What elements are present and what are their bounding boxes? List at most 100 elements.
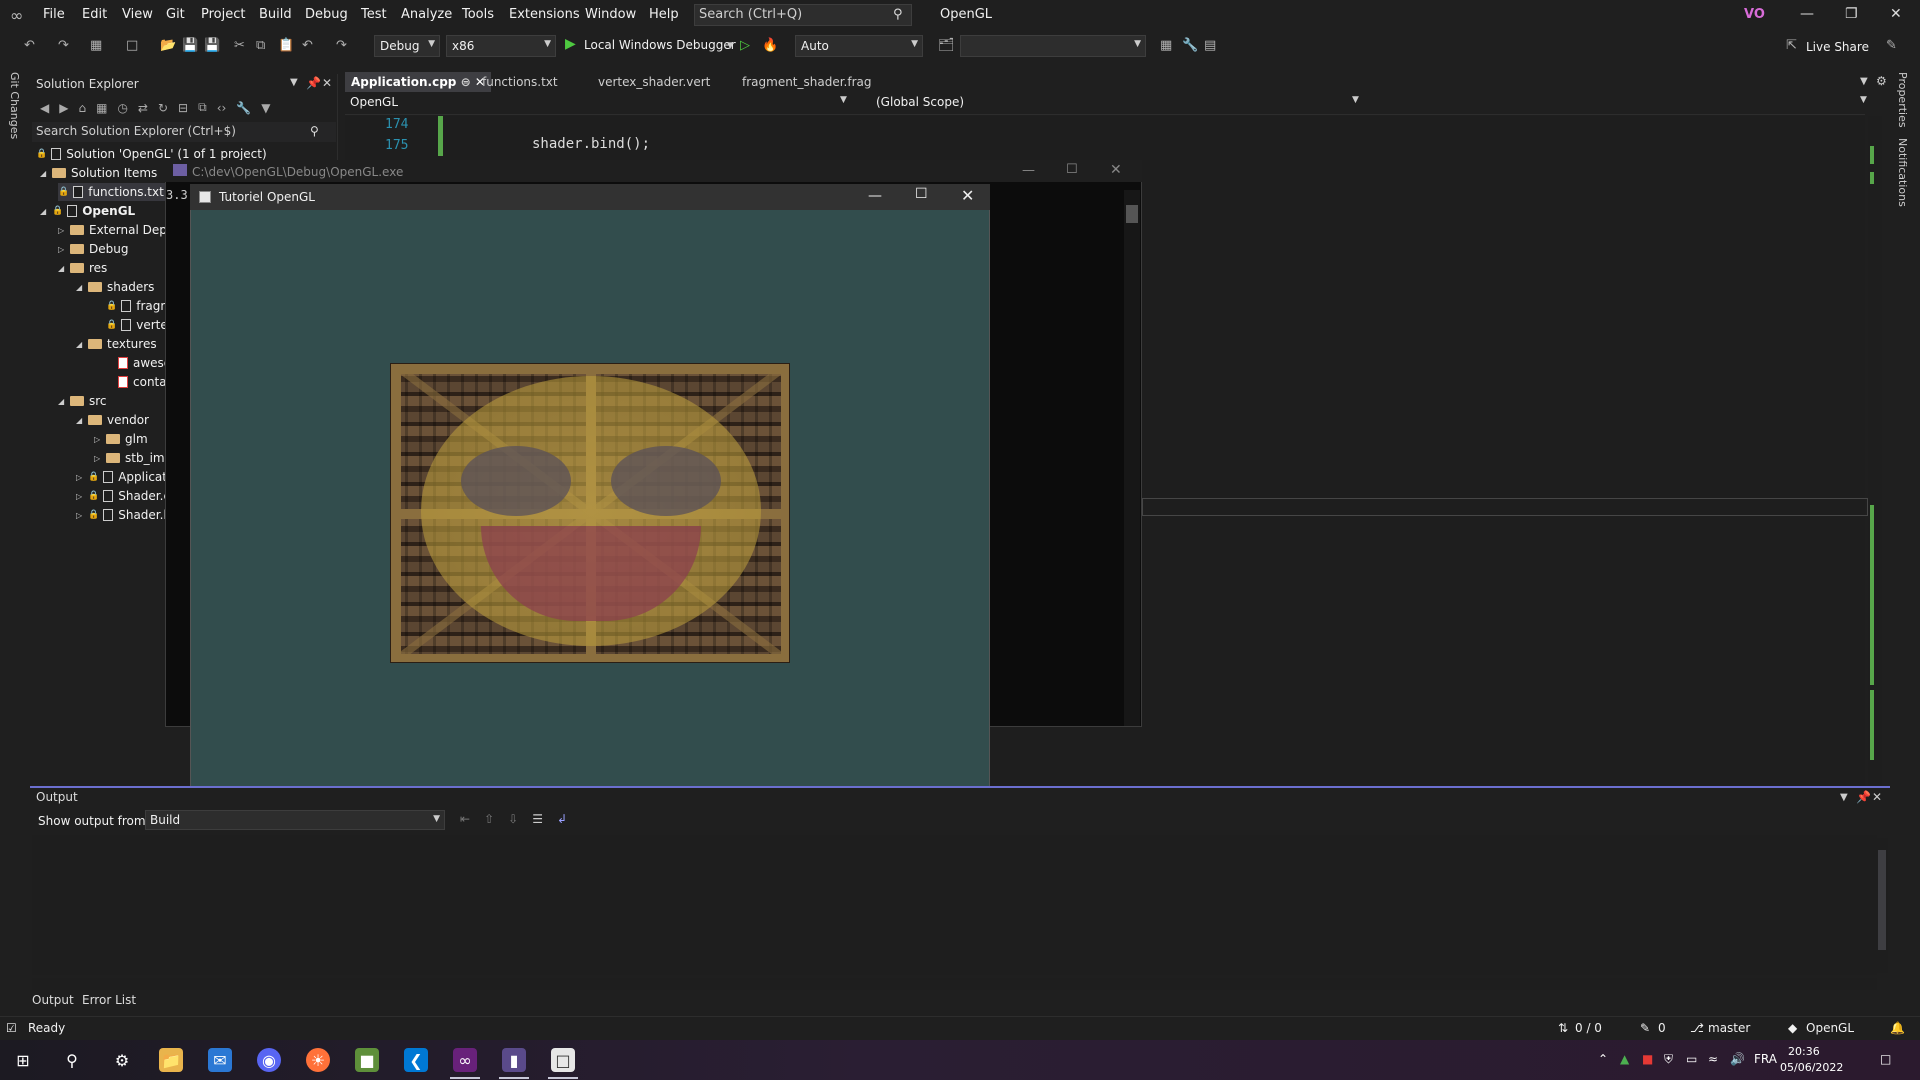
word-wrap-icon[interactable]: ↲ — [557, 812, 567, 826]
view-code-icon[interactable]: ‹› — [217, 101, 227, 115]
language-indicator[interactable]: FRA — [1754, 1052, 1777, 1066]
status-branch[interactable]: master — [1708, 1021, 1750, 1035]
pin-icon[interactable]: 📌 — [1856, 790, 1871, 804]
gear-icon[interactable]: ⚙ — [1876, 74, 1887, 88]
status-pending-changes[interactable]: 0 — [1658, 1021, 1666, 1035]
forward-icon[interactable]: ▶ — [59, 101, 68, 115]
redo-icon[interactable]: ↷ — [336, 38, 347, 53]
start-without-debugging-icon[interactable]: ▷ — [740, 38, 750, 53]
tree-src[interactable]: ◢ src — [58, 392, 107, 410]
properties-tab[interactable]: Properties — [1896, 72, 1909, 128]
windows-start-icon[interactable]: ⊞ — [11, 1048, 35, 1072]
tab-vertex-shader[interactable]: vertex_shader.vert — [592, 72, 716, 92]
status-project[interactable]: OpenGL — [1806, 1021, 1854, 1035]
back-icon[interactable]: ↶ — [24, 38, 35, 53]
clock-date[interactable]: 05/06/2022 — [1780, 1061, 1843, 1074]
menu-view[interactable]: View — [122, 7, 153, 22]
console-app-icon[interactable]: ▮ — [502, 1048, 526, 1072]
bell-icon[interactable]: 🔔 — [1890, 1021, 1905, 1035]
nav-project-select[interactable]: OpenGL ▼ — [350, 95, 850, 113]
tree-textures[interactable]: ◢ textures — [76, 335, 157, 353]
add-item-icon[interactable]: □ — [126, 38, 138, 53]
git-changes-tab[interactable]: Git Changes — [8, 72, 21, 139]
output-source-select[interactable]: Build ▼ — [145, 810, 445, 830]
minimize-icon[interactable]: — — [1022, 163, 1035, 178]
tab-functions-txt[interactable]: functions.txt — [476, 72, 564, 92]
volume-icon[interactable]: 🔊 — [1730, 1052, 1745, 1066]
opengl-app-icon[interactable]: □ — [551, 1048, 575, 1072]
pin-icon[interactable]: 📌 — [306, 76, 321, 90]
gear-icon[interactable]: ⚙ — [110, 1048, 134, 1072]
close-icon[interactable]: ✕ — [1872, 790, 1882, 804]
nav-scope-select[interactable]: (Global Scope) ▼ — [876, 95, 1360, 113]
save-icon[interactable]: 💾 — [182, 38, 198, 53]
firefox-icon[interactable]: ☀ — [306, 1048, 330, 1072]
find-message-icon[interactable]: ⇤ — [460, 812, 470, 826]
switch-views-icon[interactable]: ▦ — [96, 101, 107, 115]
vscode-icon[interactable]: ❮ — [404, 1048, 428, 1072]
tree-functions-txt[interactable]: 🔒 functions.txt — [58, 183, 168, 201]
chevron-up-icon[interactable]: ⌃ — [1598, 1052, 1608, 1066]
solution-search-input[interactable]: Search Solution Explorer (Ctrl+$) — [32, 122, 336, 142]
minimize-icon[interactable]: — — [868, 188, 882, 204]
diagnostic-icon[interactable]: ▦ — [1160, 38, 1172, 53]
preview-icon[interactable]: ▼ — [261, 101, 270, 115]
output-scroll-thumb[interactable] — [1878, 850, 1886, 950]
chevron-down-icon[interactable]: ▾ — [727, 38, 734, 53]
cut-icon[interactable]: ✂ — [234, 38, 245, 53]
global-search-input[interactable]: Search (Ctrl+Q) — [694, 4, 912, 26]
code-line[interactable]: shader.bind(); — [532, 136, 650, 152]
notifications-tab[interactable]: Notifications — [1896, 138, 1909, 207]
maximize-icon[interactable]: ☐ — [1066, 162, 1078, 177]
menu-tools[interactable]: Tools — [462, 7, 494, 22]
tree-solution-items[interactable]: ◢ Solution Items — [40, 164, 157, 182]
paste-icon[interactable]: 📋 — [278, 38, 294, 53]
clear-all-icon[interactable]: ☰ — [532, 812, 543, 826]
editor-scrollbar[interactable] — [1868, 116, 1882, 786]
search-icon[interactable]: ⚲ — [310, 124, 319, 138]
debug-mode-select[interactable]: Auto ▼ — [795, 35, 923, 57]
new-project-icon[interactable]: ▦ — [90, 38, 102, 53]
collapse-all-icon[interactable]: ⊟ — [178, 101, 188, 115]
layout-icon[interactable]: ▤ — [1204, 38, 1216, 53]
feedback-icon[interactable]: ✎ — [1886, 38, 1897, 53]
tab-application-cpp[interactable]: Application.cpp ⊜ ✕ — [345, 72, 491, 92]
chevron-down-icon[interactable]: ▼ — [1840, 792, 1848, 803]
minecraft-icon[interactable]: ■ — [355, 1048, 379, 1072]
live-share-button[interactable]: Live Share — [1806, 40, 1869, 54]
pin-icon[interactable]: ⊜ — [461, 75, 471, 89]
status-line-counts[interactable]: 0 / 0 — [1575, 1021, 1602, 1035]
solution-platform-select[interactable]: x86 ▼ — [446, 35, 556, 57]
properties-icon[interactable]: 🔧 — [236, 101, 251, 115]
live-share-icon[interactable]: ⇱ — [1786, 38, 1797, 53]
target-select[interactable]: ▼ — [960, 35, 1146, 57]
battery-icon[interactable]: ▭ — [1686, 1052, 1697, 1066]
save-all-icon[interactable]: 💾 — [204, 38, 220, 53]
restore-icon[interactable]: ❐ — [1845, 6, 1858, 22]
close-icon[interactable]: ✕ — [1890, 6, 1902, 22]
tab-error-list[interactable]: Error List — [82, 993, 136, 1007]
discord-icon[interactable]: ◉ — [257, 1048, 281, 1072]
hot-reload-icon[interactable]: 🔥 — [762, 38, 778, 53]
wrench-icon[interactable]: 🔧 — [1182, 38, 1198, 53]
tree-glm[interactable]: ▷ glm — [94, 430, 148, 448]
menu-edit[interactable]: Edit — [82, 7, 107, 22]
shield-icon[interactable]: ⛨ — [1664, 1052, 1673, 1067]
console-scroll-thumb[interactable] — [1126, 205, 1138, 223]
search-icon[interactable]: ⚲ — [893, 7, 903, 22]
prev-message-icon[interactable]: ⇧ — [484, 812, 494, 826]
user-avatar[interactable]: VO — [1744, 7, 1765, 22]
output-text-area[interactable] — [32, 835, 1877, 975]
close-icon[interactable]: ✕ — [961, 186, 974, 205]
copy-icon[interactable]: ⧉ — [256, 38, 265, 53]
home-icon[interactable]: ⌂ — [78, 101, 86, 115]
maximize-icon[interactable]: ☐ — [915, 186, 928, 202]
tree-debug[interactable]: ▷ Debug — [58, 240, 128, 258]
forward-icon[interactable]: ↷ — [58, 38, 69, 53]
menu-window[interactable]: Window — [585, 7, 636, 22]
notification-center-icon[interactable]: □ — [1880, 1052, 1891, 1066]
close-icon[interactable]: ✕ — [322, 76, 332, 90]
tree-opengl-project[interactable]: ◢ 🔒 OpenGL — [40, 202, 135, 220]
play-icon[interactable]: ▶ — [565, 36, 576, 52]
nav-member-select[interactable]: ▼ — [1364, 95, 1867, 113]
